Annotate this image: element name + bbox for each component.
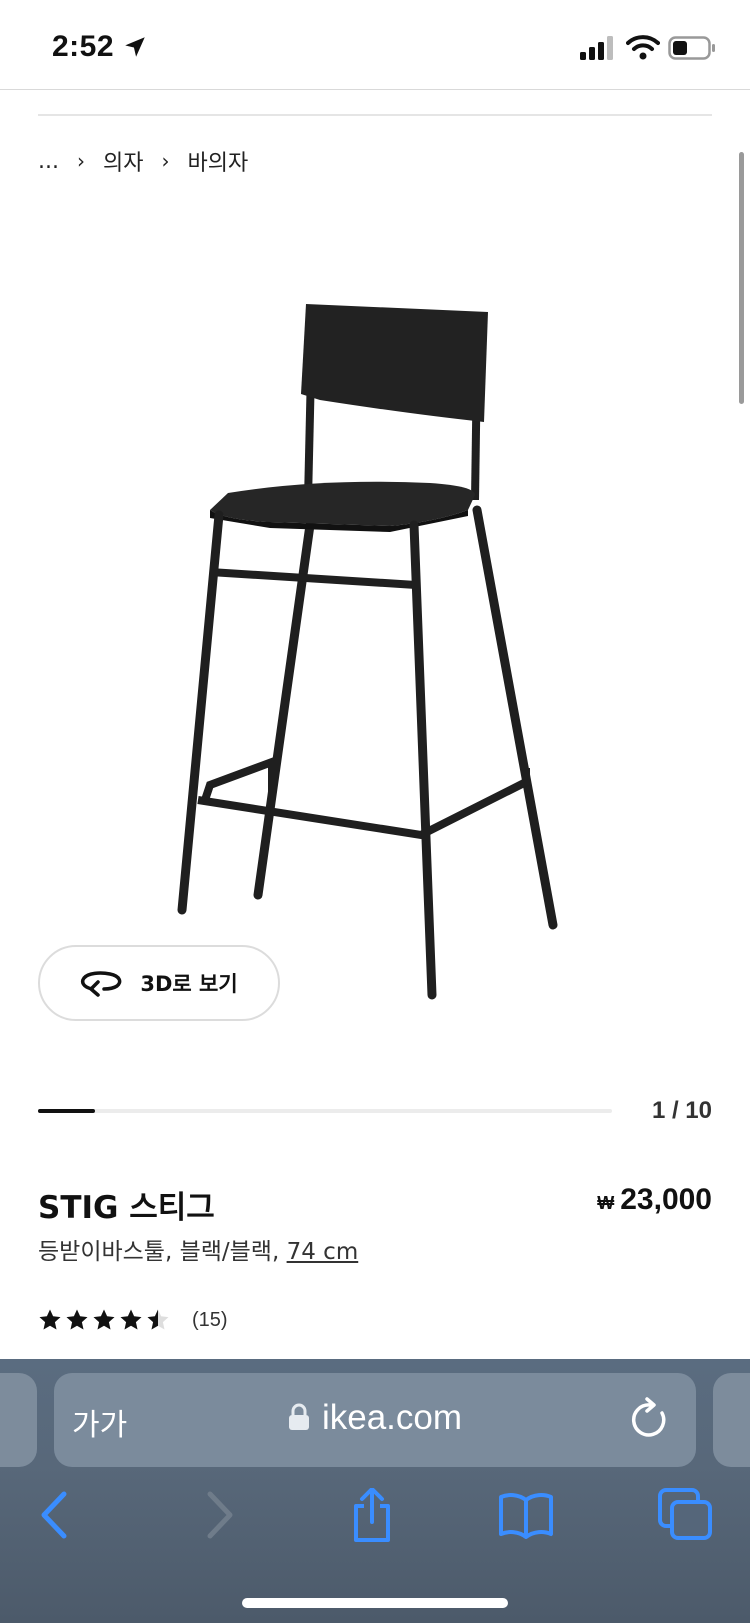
view-3d-button[interactable]: 3D로 보기 — [38, 945, 280, 1021]
currency-symbol: ₩ — [597, 1193, 615, 1213]
wifi-icon — [626, 35, 660, 60]
rotate-3d-icon — [81, 971, 122, 997]
status-time: 2:52 — [52, 30, 115, 63]
forward-icon[interactable] — [190, 1488, 246, 1542]
breadcrumb: ... › 의자 › 바의자 — [38, 145, 248, 177]
location-arrow-icon — [125, 37, 145, 57]
breadcrumb-item-chairs[interactable]: 의자 — [103, 145, 143, 177]
price-value: 23,000 — [620, 1183, 712, 1216]
reload-icon[interactable] — [628, 1397, 672, 1443]
address-bar[interactable]: 가가 ikea.com — [54, 1373, 696, 1467]
product-image[interactable] — [170, 300, 590, 1040]
previous-tab-preview[interactable] — [0, 1373, 37, 1467]
star-full-icon — [93, 1309, 115, 1330]
review-count[interactable]: (15) — [192, 1309, 228, 1332]
url-text: ikea.com — [321, 1398, 463, 1437]
star-half-icon — [147, 1309, 169, 1330]
gallery-progress-fill — [38, 1109, 96, 1113]
size-link[interactable]: 74 cm — [287, 1239, 359, 1265]
bookmarks-icon[interactable] — [498, 1488, 554, 1542]
star-full-icon — [39, 1309, 61, 1330]
url-display[interactable]: ikea.com — [54, 1398, 696, 1438]
rating-stars — [38, 1308, 170, 1332]
gallery-progress-track — [38, 1109, 612, 1113]
home-indicator[interactable] — [242, 1598, 508, 1608]
breadcrumb-ellipsis[interactable]: ... — [38, 149, 59, 174]
chevron-right-icon: › — [76, 149, 85, 173]
star-full-icon — [120, 1309, 142, 1330]
tabs-icon[interactable] — [658, 1488, 714, 1542]
header-divider — [38, 114, 712, 116]
next-tab-preview[interactable] — [713, 1373, 750, 1467]
gallery-counter: 1 / 10 — [651, 1097, 712, 1124]
breadcrumb-item-bar-stools[interactable]: 바의자 — [187, 145, 248, 177]
back-icon[interactable] — [28, 1488, 84, 1542]
product-name: STIG 스티그 — [38, 1190, 215, 1226]
cellular-signal-icon — [580, 36, 613, 60]
share-icon[interactable] — [344, 1488, 400, 1542]
view-3d-label: 3D로 보기 — [140, 972, 238, 996]
product-rating[interactable]: (15) — [38, 1308, 228, 1332]
star-full-icon — [66, 1309, 88, 1330]
lock-icon — [288, 1403, 309, 1430]
product-description: 등받이바스툴, 블랙/블랙, 74 cm — [38, 1232, 358, 1266]
page-scrollbar[interactable] — [739, 152, 744, 404]
status-bar: 2:52 — [0, 0, 750, 90]
chevron-right-icon: › — [161, 149, 170, 173]
description-text: 등받이바스툴, 블랙/블랙, — [38, 1239, 287, 1265]
product-price: ₩ 23,000 — [597, 1183, 712, 1217]
battery-icon — [668, 36, 715, 60]
